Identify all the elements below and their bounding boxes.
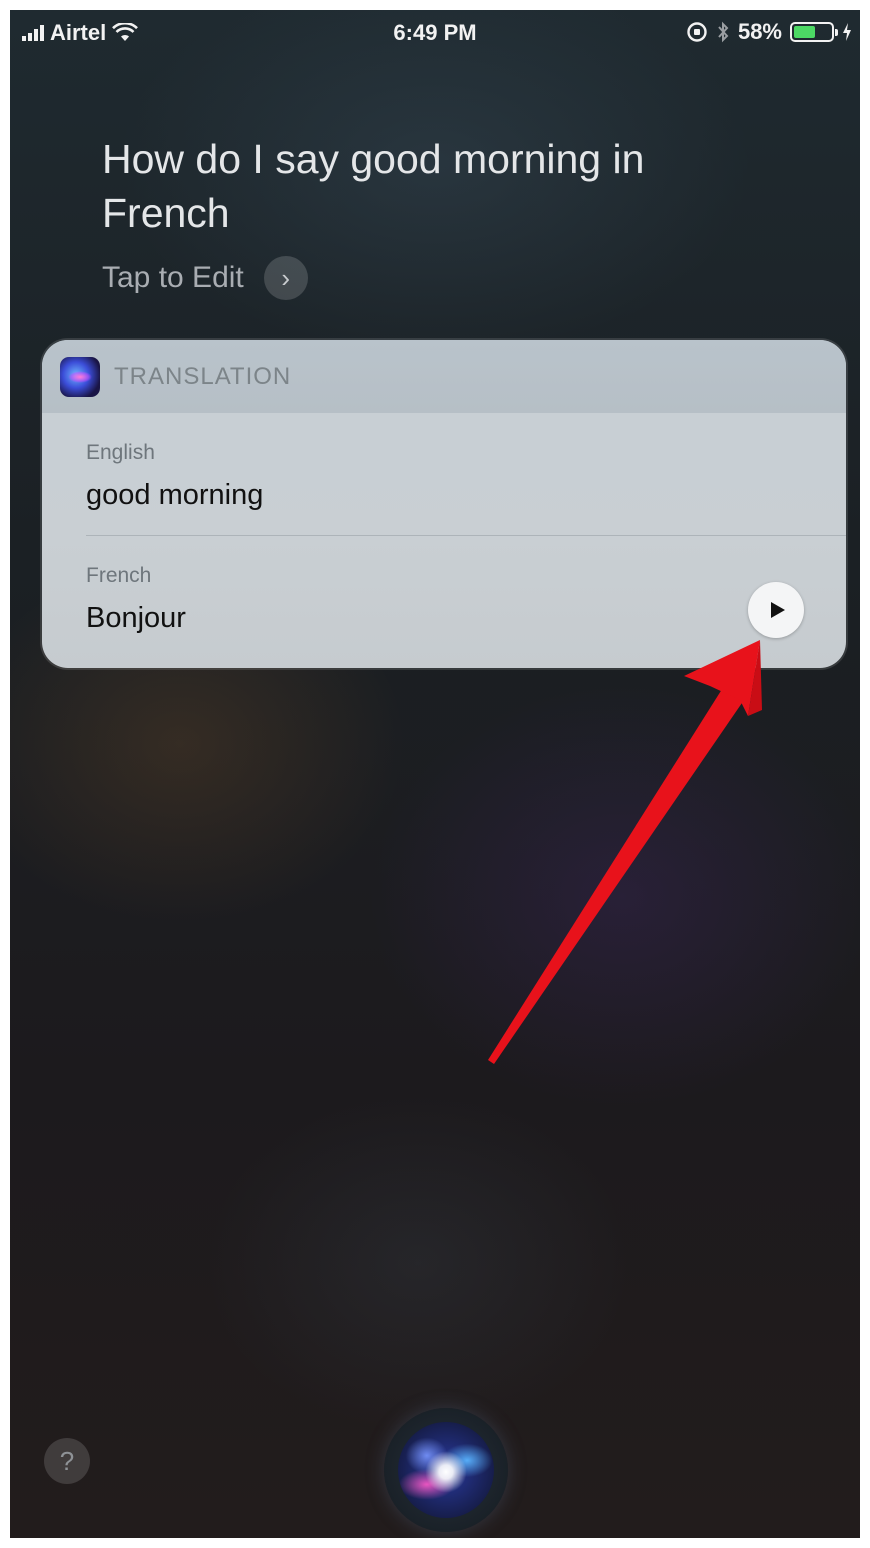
source-text: good morning — [86, 479, 264, 511]
translation-card[interactable]: TRANSLATION English good morning French … — [42, 340, 846, 668]
target-row: French Bonjour — [42, 536, 846, 659]
tap-to-edit-label: Tap to Edit — [102, 261, 244, 294]
target-language: French — [86, 564, 152, 587]
status-bar: Airtel 6:49 PM 58% — [10, 10, 860, 56]
battery-icon — [790, 22, 838, 42]
orientation-lock-icon — [687, 22, 707, 42]
source-language: English — [86, 441, 155, 464]
status-right: 58% — [686, 19, 852, 45]
tap-to-edit-button[interactable]: Tap to Edit › — [102, 256, 308, 300]
siri-screen: Airtel 6:49 PM 58% How do I say good mor… — [10, 10, 860, 1538]
target-text: Bonjour — [86, 602, 186, 634]
arrow-shaft — [488, 686, 744, 1064]
charging-bolt-icon — [843, 23, 851, 41]
card-header-label: TRANSLATION — [114, 362, 292, 390]
source-row: English good morning — [42, 413, 846, 536]
siri-orb-icon — [398, 1422, 494, 1518]
chevron-right-icon: › — [263, 256, 308, 300]
battery-fill — [794, 26, 815, 38]
siri-listen-button[interactable] — [384, 1408, 508, 1532]
siri-app-icon — [60, 356, 100, 397]
help-label: ? — [59, 1445, 75, 1476]
help-button[interactable]: ? — [44, 1438, 90, 1484]
siri-query-text: How do I say good morning in French — [102, 136, 645, 236]
battery-percent: 58% — [737, 19, 782, 44]
play-pronunciation-button[interactable] — [748, 582, 804, 638]
play-icon — [771, 602, 785, 618]
card-header: TRANSLATION — [42, 340, 846, 413]
bluetooth-icon — [718, 21, 729, 43]
